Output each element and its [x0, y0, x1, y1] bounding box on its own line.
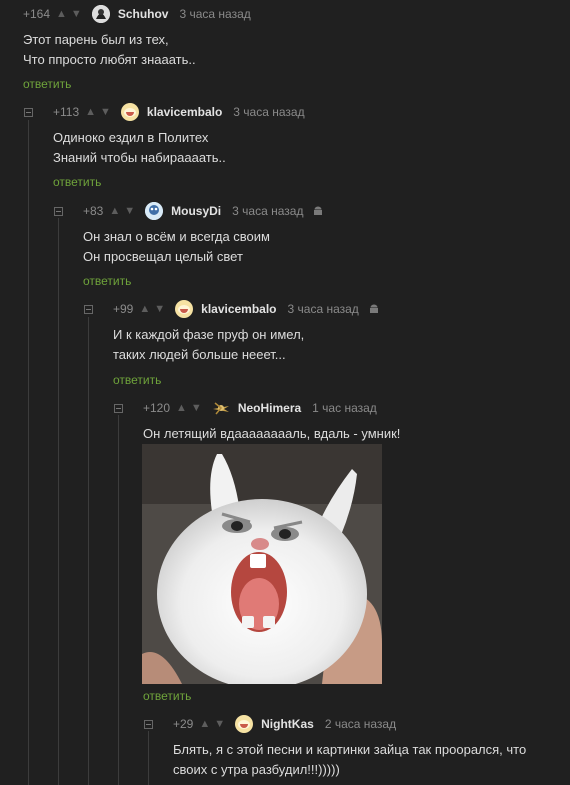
comment-line: Он летящий вдааааааааль, вдаль - умник!: [143, 426, 401, 441]
comment-body: Он знал о всём и всегда своим Он просвещ…: [83, 227, 270, 267]
username[interactable]: MousyDi: [171, 204, 221, 218]
comment-rating: +120: [143, 401, 171, 415]
comment-rating: +83: [83, 204, 104, 218]
thread-line: [28, 120, 29, 785]
downvote-icon[interactable]: ▼: [71, 8, 82, 20]
comment-body: Одиноко ездил в Политех Знаний чтобы наб…: [53, 128, 226, 168]
avatar[interactable]: [120, 103, 139, 121]
comment-line: И к каждой фазе пруф он имел,: [113, 327, 305, 342]
comment-time[interactable]: 2 часа назад: [325, 717, 396, 731]
android-icon: [369, 304, 379, 315]
username[interactable]: NeoHimera: [238, 401, 301, 415]
reply-link[interactable]: ответить: [23, 77, 71, 91]
avatar[interactable]: [212, 399, 230, 417]
comment-line: Что ппросто любят знааать..: [23, 52, 196, 67]
comment-header: +164 ▲ ▼ Schuhov 3 часа назад: [23, 5, 251, 23]
reply-link[interactable]: ответить: [113, 373, 161, 387]
downvote-icon[interactable]: ▼: [124, 205, 135, 217]
comment-header: +29 ▲ ▼ NightKas 2 часа назад: [173, 715, 396, 733]
comment-time[interactable]: 3 часа назад: [288, 302, 359, 316]
comment-line: таких людей больше нееет...: [113, 347, 286, 362]
upvote-icon[interactable]: ▲: [56, 8, 67, 20]
thread-line: [118, 415, 119, 785]
android-icon: [313, 206, 323, 217]
avatar[interactable]: [235, 715, 254, 733]
comment-line: Блять, я с этой песни и картинки зайца т…: [173, 742, 527, 757]
avatar[interactable]: [91, 5, 110, 23]
upvote-icon[interactable]: ▲: [109, 205, 120, 217]
screaming-rabbit-image[interactable]: [142, 444, 382, 684]
comment-line: Он знал о всём и всегда своим: [83, 229, 270, 244]
comment-time[interactable]: 1 час назад: [312, 401, 377, 415]
comment-rating: +113: [53, 105, 80, 119]
upvote-icon[interactable]: ▲: [176, 402, 187, 414]
avatar[interactable]: [145, 202, 164, 220]
reply-link[interactable]: ответить: [143, 689, 191, 703]
collapse-icon[interactable]: [114, 404, 123, 413]
upvote-icon[interactable]: ▲: [85, 106, 96, 118]
upvote-icon[interactable]: ▲: [139, 303, 150, 315]
comment-line: Знаний чтобы набираааать..: [53, 150, 226, 165]
username[interactable]: klavicembalo: [201, 302, 276, 316]
downvote-icon[interactable]: ▼: [191, 402, 202, 414]
username[interactable]: klavicembalo: [147, 105, 222, 119]
comment-body: И к каждой фазе пруф он имел, таких люде…: [113, 325, 304, 365]
comment-line: своих с утра разбудил!!!))))): [173, 762, 340, 777]
comment-header: +83 ▲ ▼ MousyDi 3 часа назад: [83, 202, 323, 220]
collapse-icon[interactable]: [144, 720, 153, 729]
username[interactable]: Schuhov: [118, 7, 169, 21]
comment-rating: +29: [173, 717, 194, 731]
thread-line: [148, 731, 149, 785]
avatar[interactable]: [175, 300, 194, 318]
comment-line: Этот парень был из тех,: [23, 32, 169, 47]
comment-rating: +99: [113, 302, 134, 316]
comment-time[interactable]: 3 часа назад: [179, 7, 250, 21]
downvote-icon[interactable]: ▼: [214, 718, 225, 730]
thread-line: [88, 317, 89, 785]
upvote-icon[interactable]: ▲: [199, 718, 210, 730]
comment-body: Он летящий вдааааааааль, вдаль - умник!: [143, 424, 400, 444]
thread-line: [58, 218, 59, 785]
comment-header: +99 ▲ ▼ klavicembalo 3 часа назад: [113, 300, 379, 318]
comment-time[interactable]: 3 часа назад: [233, 105, 304, 119]
comment-body: Блять, я с этой песни и картинки зайца т…: [173, 740, 526, 780]
comment-rating: +164: [23, 7, 51, 21]
comment-line: Одиноко ездил в Политех: [53, 130, 209, 145]
collapse-icon[interactable]: [24, 108, 33, 117]
comment-header: +113 ▲ ▼ klavicembalo 3 часа назад: [53, 103, 305, 121]
downvote-icon[interactable]: ▼: [154, 303, 165, 315]
downvote-icon[interactable]: ▼: [100, 106, 111, 118]
comment-time[interactable]: 3 часа назад: [232, 204, 303, 218]
reply-link[interactable]: ответить: [53, 175, 101, 189]
comment-body: Этот парень был из тех, Что ппросто любя…: [23, 30, 196, 70]
comment-line: Он просвещал целый свет: [83, 249, 243, 264]
collapse-icon[interactable]: [84, 305, 93, 314]
collapse-icon[interactable]: [54, 207, 63, 216]
comment-header: +120 ▲ ▼ NeoHimera 1 час назад: [143, 400, 377, 416]
reply-link[interactable]: ответить: [83, 274, 131, 288]
username[interactable]: NightKas: [261, 717, 314, 731]
